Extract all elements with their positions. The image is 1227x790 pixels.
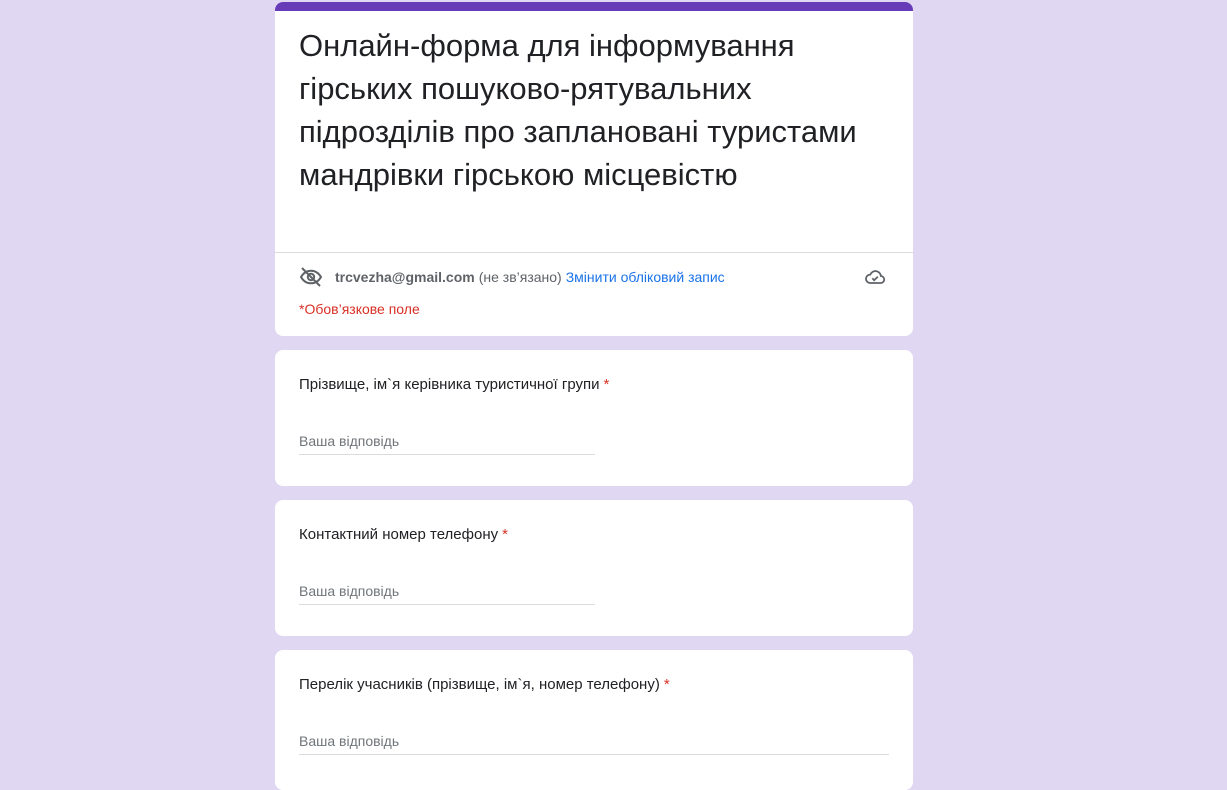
account-email: trcvezha@gmail.com (335, 269, 475, 285)
cloud-saved-icon (863, 265, 887, 289)
question-card-participants: Перелік учасників (прізвище, ім`я, номер… (275, 650, 913, 790)
eye-off-icon (299, 265, 323, 289)
required-asterisk: * (603, 376, 610, 393)
header-accent-bar (275, 2, 913, 11)
header-divider (275, 252, 913, 253)
leader-name-input[interactable] (299, 428, 595, 455)
account-status: (не зв’язано) (478, 269, 562, 285)
participants-input[interactable] (299, 728, 889, 755)
question-card-leader-name: Прізвище, ім`я керівника туристичної гру… (275, 350, 913, 486)
question-card-phone: Контактний номер телефону * (275, 500, 913, 636)
form-title: Онлайн-форма для інформування гірських п… (299, 28, 857, 192)
phone-input[interactable] (299, 578, 595, 605)
question-label: Прізвище, ім`я керівника туристичної гру… (299, 376, 600, 393)
required-field-note: *Обов’язкове поле (299, 301, 420, 317)
switch-account-link[interactable]: Змінити обліковий запис (566, 269, 725, 285)
form-header-card: Онлайн-форма для інформування гірських п… (275, 2, 913, 336)
required-asterisk: * (663, 676, 670, 693)
question-title: Перелік учасників (прізвище, ім`я, номер… (299, 676, 670, 693)
required-asterisk: * (502, 526, 508, 543)
question-label: Перелік учасників (прізвище, ім`я, номер… (299, 676, 660, 693)
question-title: Прізвище, ім`я керівника туристичної гру… (299, 376, 609, 393)
account-row: trcvezha@gmail.com (не зв’язано) Змінити… (299, 265, 889, 289)
question-label: Контактний номер телефону (299, 526, 499, 543)
question-title: Контактний номер телефону * (299, 526, 508, 543)
